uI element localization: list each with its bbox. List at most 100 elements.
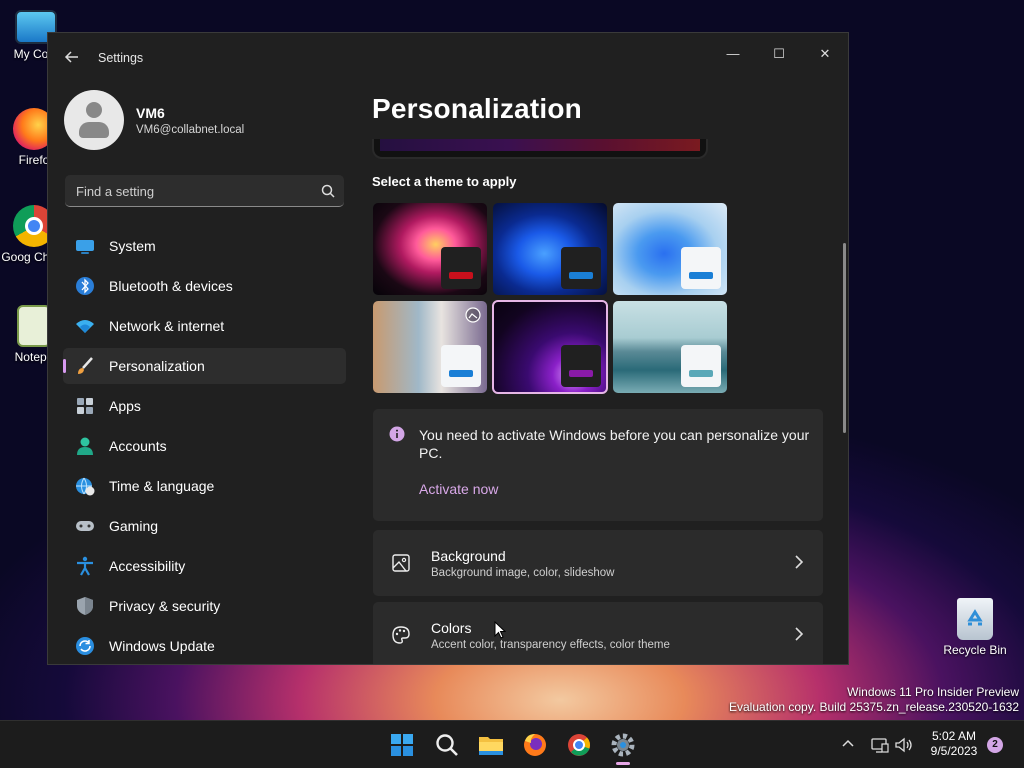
chevron-right-icon bbox=[793, 626, 805, 642]
activate-now-link[interactable]: Activate now bbox=[419, 481, 498, 497]
sidebar-item-label: Personalization bbox=[109, 358, 205, 374]
desktop-icon-recycle-bin[interactable]: Recycle Bin bbox=[937, 598, 1013, 657]
recycle-bin-icon bbox=[957, 598, 993, 640]
watermark-line-1: Windows 11 Pro Insider Preview bbox=[847, 685, 1019, 699]
colors-setting-card[interactable]: Colors Accent color, transparency effect… bbox=[373, 602, 823, 664]
sidebar-item-label: Apps bbox=[109, 398, 141, 414]
chrome-taskbar-button[interactable] bbox=[563, 729, 595, 761]
theme-tile-flow[interactable] bbox=[492, 300, 608, 394]
theme-tile-captured-motion[interactable] bbox=[373, 301, 487, 393]
brush-icon bbox=[75, 356, 95, 376]
title-bar: Settings — ☐ ✕ bbox=[48, 33, 848, 83]
spotlight-badge-icon bbox=[465, 307, 481, 323]
back-arrow-icon[interactable] bbox=[64, 49, 82, 67]
search-placeholder: Find a setting bbox=[76, 184, 155, 199]
user-profile[interactable]: VM6 VM6@collabnet.local bbox=[64, 90, 344, 152]
theme-accent-preview bbox=[681, 345, 721, 387]
chevron-up-icon[interactable] bbox=[840, 735, 860, 755]
minimize-button[interactable]: — bbox=[710, 39, 756, 69]
page-title: Personalization bbox=[372, 93, 582, 124]
taskbar-search-button[interactable] bbox=[431, 729, 463, 761]
card-title: Background bbox=[431, 548, 506, 564]
shield-icon bbox=[75, 596, 95, 616]
search-icon bbox=[436, 734, 458, 756]
watermark-line-2: Evaluation copy. Build 25375.zn_release.… bbox=[729, 700, 1019, 714]
sidebar-item-gaming[interactable]: Gaming bbox=[63, 508, 346, 544]
settings-taskbar-button[interactable] bbox=[607, 729, 639, 765]
notepad-icon bbox=[17, 305, 51, 347]
card-title: Colors bbox=[431, 620, 472, 636]
theme-accent-preview bbox=[441, 345, 481, 387]
firefox-taskbar-button[interactable] bbox=[519, 729, 551, 761]
sidebar-item-apps[interactable]: Apps bbox=[63, 388, 346, 424]
gear-icon bbox=[611, 733, 635, 757]
search-icon bbox=[320, 183, 336, 199]
avatar bbox=[64, 90, 124, 150]
sidebar-item-label: Time & language bbox=[109, 478, 215, 494]
window-title: Settings bbox=[98, 51, 144, 65]
sidebar-item-label: System bbox=[109, 238, 156, 254]
sidebar-item-accounts[interactable]: Accounts bbox=[63, 428, 346, 464]
file-explorer-button[interactable] bbox=[475, 729, 507, 761]
profile-name: VM6 bbox=[136, 105, 165, 121]
card-subtitle: Accent color, transparency effects, colo… bbox=[431, 639, 670, 651]
image-icon bbox=[391, 553, 411, 573]
sidebar-item-network[interactable]: Network & internet bbox=[63, 308, 346, 344]
mouse-cursor-icon bbox=[494, 620, 507, 639]
sidebar-item-label: Bluetooth & devices bbox=[109, 278, 233, 294]
sidebar-item-label: Gaming bbox=[109, 518, 159, 534]
sidebar-item-windows-update[interactable]: Windows Update bbox=[63, 628, 346, 664]
sidebar-item-label: Windows Update bbox=[109, 638, 215, 654]
sidebar-item-label: Accounts bbox=[109, 438, 167, 454]
gamepad-icon bbox=[75, 516, 95, 536]
sidebar-item-personalization[interactable]: Personalization bbox=[63, 348, 346, 384]
taskbar-clock[interactable]: 5:02 AM 9/5/2023 bbox=[922, 729, 986, 759]
theme-tile-sunrise[interactable] bbox=[613, 301, 727, 393]
theme-tile-windows-light[interactable] bbox=[613, 203, 727, 295]
scrollbar[interactable] bbox=[843, 243, 846, 433]
volume-icon[interactable] bbox=[894, 735, 914, 755]
profile-email: VM6@collabnet.local bbox=[136, 124, 245, 136]
notification-badge[interactable]: 2 bbox=[987, 737, 1003, 753]
theme-preview bbox=[372, 139, 708, 159]
sidebar-item-label: Accessibility bbox=[109, 558, 186, 574]
activation-notice: You need to activate Windows before you … bbox=[373, 409, 823, 521]
clock-date: 9/5/2023 bbox=[930, 744, 978, 758]
accessibility-icon bbox=[75, 556, 95, 576]
card-subtitle: Background image, color, slideshow bbox=[431, 567, 615, 579]
taskbar: 5:02 AM 9/5/2023 2 bbox=[0, 720, 1024, 768]
close-button[interactable]: ✕ bbox=[802, 39, 848, 69]
theme-accent-preview bbox=[561, 247, 601, 289]
theme-tile-windows-dark[interactable] bbox=[493, 203, 607, 295]
theme-accent-preview bbox=[681, 247, 721, 289]
firefox-icon bbox=[524, 734, 546, 756]
sidebar-item-label: Network & internet bbox=[109, 318, 225, 334]
clock-time: 5:02 AM bbox=[931, 729, 977, 743]
maximize-button[interactable]: ☐ bbox=[756, 39, 802, 69]
globe-clock-icon bbox=[75, 476, 95, 496]
theme-grid bbox=[373, 203, 729, 395]
theme-tile-glow[interactable] bbox=[373, 203, 487, 295]
sidebar-item-system[interactable]: System bbox=[63, 228, 346, 264]
wifi-icon bbox=[75, 316, 95, 336]
accounts-icon bbox=[75, 436, 95, 456]
sidebar-item-privacy-security[interactable]: Privacy & security bbox=[63, 588, 346, 624]
chevron-right-icon bbox=[793, 554, 805, 570]
theme-section-label: Select a theme to apply bbox=[372, 174, 517, 189]
info-icon bbox=[389, 426, 405, 442]
evaluation-watermark: Windows 11 Pro Insider Preview Evaluatio… bbox=[729, 685, 1019, 715]
apps-icon bbox=[75, 396, 95, 416]
settings-window: Settings — ☐ ✕ VM6 VM6@collabnet.local F… bbox=[47, 32, 849, 665]
update-icon bbox=[75, 636, 95, 656]
network-icon[interactable] bbox=[870, 735, 890, 755]
background-setting-card[interactable]: Background Background image, color, slid… bbox=[373, 530, 823, 596]
search-input[interactable]: Find a setting bbox=[65, 175, 344, 207]
theme-accent-preview bbox=[441, 247, 481, 289]
sidebar-item-time-language[interactable]: Time & language bbox=[63, 468, 346, 504]
sidebar-nav: System Bluetooth & devices Network & int… bbox=[63, 228, 346, 664]
sidebar-item-accessibility[interactable]: Accessibility bbox=[63, 548, 346, 584]
start-button[interactable] bbox=[386, 729, 418, 761]
desktop-icon-label: Recycle Bin bbox=[943, 643, 1007, 657]
sidebar-item-bluetooth[interactable]: Bluetooth & devices bbox=[63, 268, 346, 304]
bluetooth-icon bbox=[75, 276, 95, 296]
